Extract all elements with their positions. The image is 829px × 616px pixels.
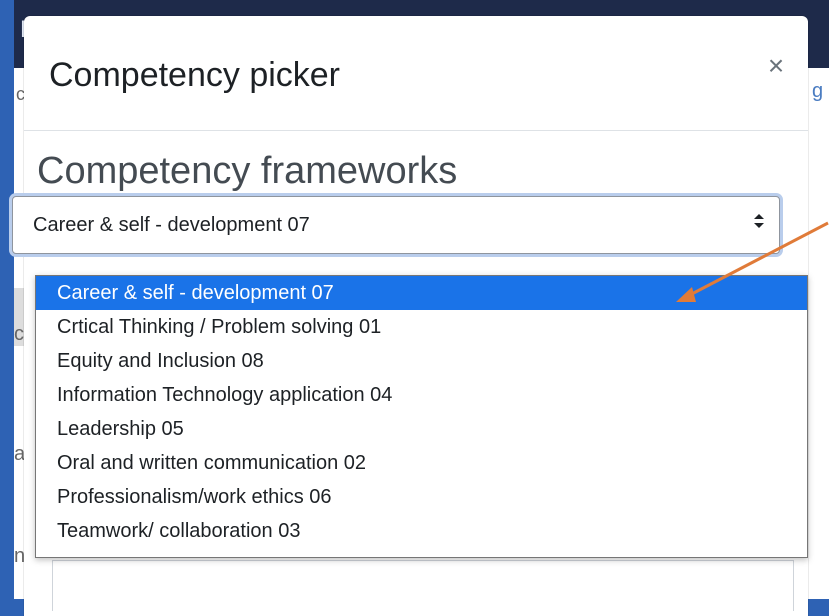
framework-option[interactable]: Teamwork/ collaboration 03 — [36, 514, 807, 548]
close-button[interactable]: × — [760, 50, 792, 82]
modal-header: Competency picker × — [24, 16, 808, 131]
modal-title: Competency picker — [49, 56, 341, 94]
section-heading: Competency frameworks — [37, 150, 458, 192]
framework-option[interactable]: Crtical Thinking / Problem solving 01 — [36, 310, 807, 344]
framework-option[interactable]: Professionalism/work ethics 06 — [36, 480, 807, 514]
framework-option[interactable]: Oral and written communication 02 — [36, 446, 807, 480]
framework-option[interactable]: Career & self - development 07 — [36, 276, 807, 310]
framework-select[interactable]: Career & self - development 07 — [12, 196, 780, 254]
right-fragment: g — [812, 80, 824, 102]
framework-option[interactable]: Equity and Inclusion 08 — [36, 344, 807, 378]
framework-options-list: Career & self - development 07 Crtical T… — [35, 275, 808, 558]
framework-option[interactable]: Leadership 05 — [36, 412, 807, 446]
background-field — [52, 560, 794, 611]
select-value: Career & self - development 07 — [33, 214, 310, 236]
framework-option[interactable]: Information Technology application 04 — [36, 378, 807, 412]
select-arrows-icon — [753, 213, 765, 230]
